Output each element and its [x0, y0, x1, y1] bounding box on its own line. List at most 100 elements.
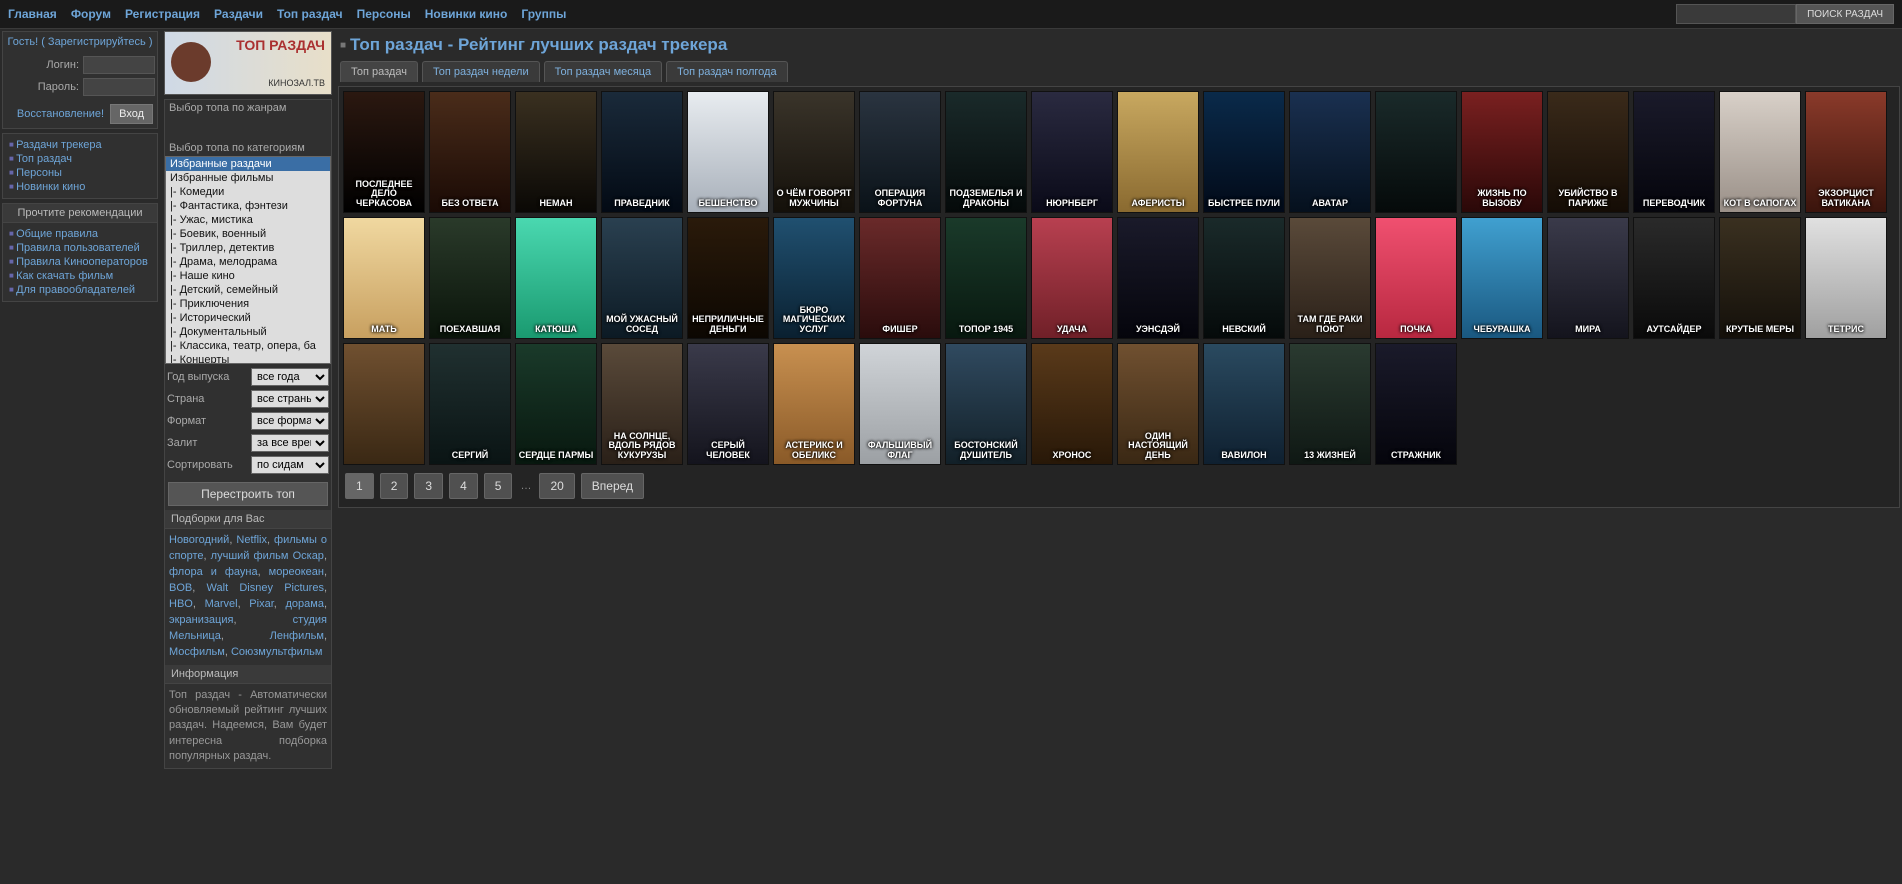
sidenav-link[interactable]: Раздачи трекера	[16, 139, 102, 151]
tab[interactable]: Топ раздач месяца	[544, 61, 663, 82]
collection-tag[interactable]: Pixar	[249, 598, 273, 610]
poster[interactable]: ЧЕБУРАШКА	[1461, 217, 1543, 339]
poster[interactable]: ФИШЕР	[859, 217, 941, 339]
poster[interactable]: УЭНСДЭЙ	[1117, 217, 1199, 339]
recommendation-link[interactable]: Правила пользователей	[16, 242, 140, 254]
recommendation-link[interactable]: Общие правила	[16, 228, 98, 240]
sidenav-link[interactable]: Топ раздач	[16, 153, 72, 165]
nav-link[interactable]: Группы	[521, 7, 566, 21]
collection-tag[interactable]: мореокеан	[269, 566, 324, 578]
poster[interactable]: МИРА	[1547, 217, 1629, 339]
nav-link[interactable]: Регистрация	[125, 7, 200, 21]
poster[interactable]: ТОПОР 1945	[945, 217, 1027, 339]
page-number[interactable]: 5	[484, 473, 513, 499]
poster[interactable]: НА СОЛНЦЕ, ВДОЛЬ РЯДОВ КУКУРУЗЫ	[601, 343, 683, 465]
collection-tag[interactable]: Marvel	[205, 598, 238, 610]
poster[interactable]: ХРОНОС	[1031, 343, 1113, 465]
poster[interactable]: ЭКЗОРЦИСТ ВАТИКАНА	[1805, 91, 1887, 213]
poster[interactable]: СТРАЖНИК	[1375, 343, 1457, 465]
tab[interactable]: Топ раздач недели	[422, 61, 540, 82]
nav-link[interactable]: Главная	[8, 7, 57, 21]
collection-tag[interactable]: Ленфильм	[270, 630, 324, 642]
poster[interactable]: БЕШЕНСТВО	[687, 91, 769, 213]
poster[interactable]: ПЕРЕВОДЧИК	[1633, 91, 1715, 213]
collection-tag[interactable]: HBO	[169, 598, 193, 610]
login-button[interactable]: Вход	[110, 104, 153, 124]
recommendation-link[interactable]: Для правообладателей	[16, 284, 135, 296]
search-input[interactable]	[1676, 4, 1796, 24]
poster[interactable]: ОДИН НАСТОЯЩИЙ ДЕНЬ	[1117, 343, 1199, 465]
poster[interactable]: ПОСЛЕДНЕЕ ДЕЛО ЧЕРКАСОВА	[343, 91, 425, 213]
page-number[interactable]: 2	[380, 473, 409, 499]
poster[interactable]: КРУТЫЕ МЕРЫ	[1719, 217, 1801, 339]
country-select[interactable]: все страны	[251, 390, 329, 408]
category-option[interactable]: |- Классика, театр, опера, ба	[166, 339, 330, 353]
poster[interactable]: МОЙ УЖАСНЫЙ СОСЕД	[601, 217, 683, 339]
recommendation-link[interactable]: Как скачать фильм	[16, 270, 113, 282]
sidenav-link[interactable]: Новинки кино	[16, 181, 85, 193]
poster[interactable]: АСТЕРИКС И ОБЕЛИКС	[773, 343, 855, 465]
collection-tag[interactable]: экранизация	[169, 614, 233, 626]
page-number[interactable]: 3	[414, 473, 443, 499]
poster[interactable]: АУТСАЙДЕР	[1633, 217, 1715, 339]
poster[interactable]: КОТ В САПОГАХ	[1719, 91, 1801, 213]
nav-link[interactable]: Раздачи	[214, 7, 263, 21]
nav-link[interactable]: Персоны	[357, 7, 411, 21]
category-option[interactable]: |- Комедии	[166, 185, 330, 199]
category-option[interactable]: Избранные фильмы	[166, 171, 330, 185]
poster[interactable]: БЫСТРЕЕ ПУЛИ	[1203, 91, 1285, 213]
collection-tag[interactable]: Новогодний	[169, 534, 229, 546]
category-option[interactable]: |- Приключения	[166, 297, 330, 311]
login-input[interactable]	[83, 56, 155, 74]
category-listbox[interactable]: Избранные раздачиИзбранные фильмы|- Коме…	[165, 156, 331, 364]
poster[interactable]: ПРАВЕДНИК	[601, 91, 683, 213]
poster[interactable]: КАТЮША	[515, 217, 597, 339]
nav-link[interactable]: Новинки кино	[425, 7, 508, 21]
poster[interactable]	[343, 343, 425, 465]
recommendation-link[interactable]: Правила Кинооператоров	[16, 256, 148, 268]
poster[interactable]: О ЧЁМ ГОВОРЯТ МУЖЧИНЫ	[773, 91, 855, 213]
category-option[interactable]: |- Ужас, мистика	[166, 213, 330, 227]
collection-tag[interactable]: дорама	[285, 598, 323, 610]
page-number[interactable]: 4	[449, 473, 478, 499]
poster[interactable]: ПОЧКА	[1375, 217, 1457, 339]
poster[interactable]: ВАВИЛОН	[1203, 343, 1285, 465]
collection-tag[interactable]: BOB	[169, 582, 192, 594]
poster[interactable]: УБИЙСТВО В ПАРИЖЕ	[1547, 91, 1629, 213]
poster[interactable]: НЕВСКИЙ	[1203, 217, 1285, 339]
poster[interactable]: ТЕТРИС	[1805, 217, 1887, 339]
collection-tag[interactable]: Мосфильм	[169, 646, 225, 658]
poster[interactable]: УДАЧА	[1031, 217, 1113, 339]
restore-password-link[interactable]: Восстановление!	[17, 108, 104, 120]
page-number[interactable]: 20	[539, 473, 574, 499]
poster[interactable]: БЕЗ ОТВЕТА	[429, 91, 511, 213]
category-option[interactable]: |- Детский, семейный	[166, 283, 330, 297]
guest-register-link[interactable]: Гость! ( Зарегистрируйтесь )	[3, 32, 157, 52]
search-button[interactable]: ПОИСК РАЗДАЧ	[1796, 4, 1894, 24]
poster[interactable]: СЕРГИЙ	[429, 343, 511, 465]
tab[interactable]: Топ раздач	[340, 61, 418, 82]
poster[interactable]: ОПЕРАЦИЯ ФОРТУНА	[859, 91, 941, 213]
year-select[interactable]: все года	[251, 368, 329, 386]
poster[interactable]: СЕРДЦЕ ПАРМЫ	[515, 343, 597, 465]
category-option[interactable]: |- Концерты	[166, 353, 330, 364]
poster[interactable]	[1375, 91, 1457, 213]
rebuild-button[interactable]: Перестроить топ	[168, 482, 328, 506]
category-option[interactable]: |- Боевик, военный	[166, 227, 330, 241]
password-input[interactable]	[83, 78, 155, 96]
poster[interactable]: НЕМАН	[515, 91, 597, 213]
collection-tag[interactable]: флора и фауна	[169, 566, 258, 578]
category-option[interactable]: |- Триллер, детектив	[166, 241, 330, 255]
poster[interactable]: СЕРЫЙ ЧЕЛОВЕК	[687, 343, 769, 465]
category-option[interactable]: |- Документальный	[166, 325, 330, 339]
poster[interactable]: НЮРНБЕРГ	[1031, 91, 1113, 213]
poster[interactable]: МАТЬ	[343, 217, 425, 339]
poster[interactable]: ТАМ ГДЕ РАКИ ПОЮТ	[1289, 217, 1371, 339]
category-option[interactable]: |- Фантастика, фэнтези	[166, 199, 330, 213]
category-option[interactable]: |- Наше кино	[166, 269, 330, 283]
poster[interactable]: ПОДЗЕМЕЛЬЯ И ДРАКОНЫ	[945, 91, 1027, 213]
collection-tag[interactable]: Союзмультфильм	[231, 646, 323, 658]
poster[interactable]: ФАЛЬШИВЫЙ ФЛАГ	[859, 343, 941, 465]
collection-tag[interactable]: Netflix	[236, 534, 267, 546]
poster[interactable]: АВАТАР	[1289, 91, 1371, 213]
